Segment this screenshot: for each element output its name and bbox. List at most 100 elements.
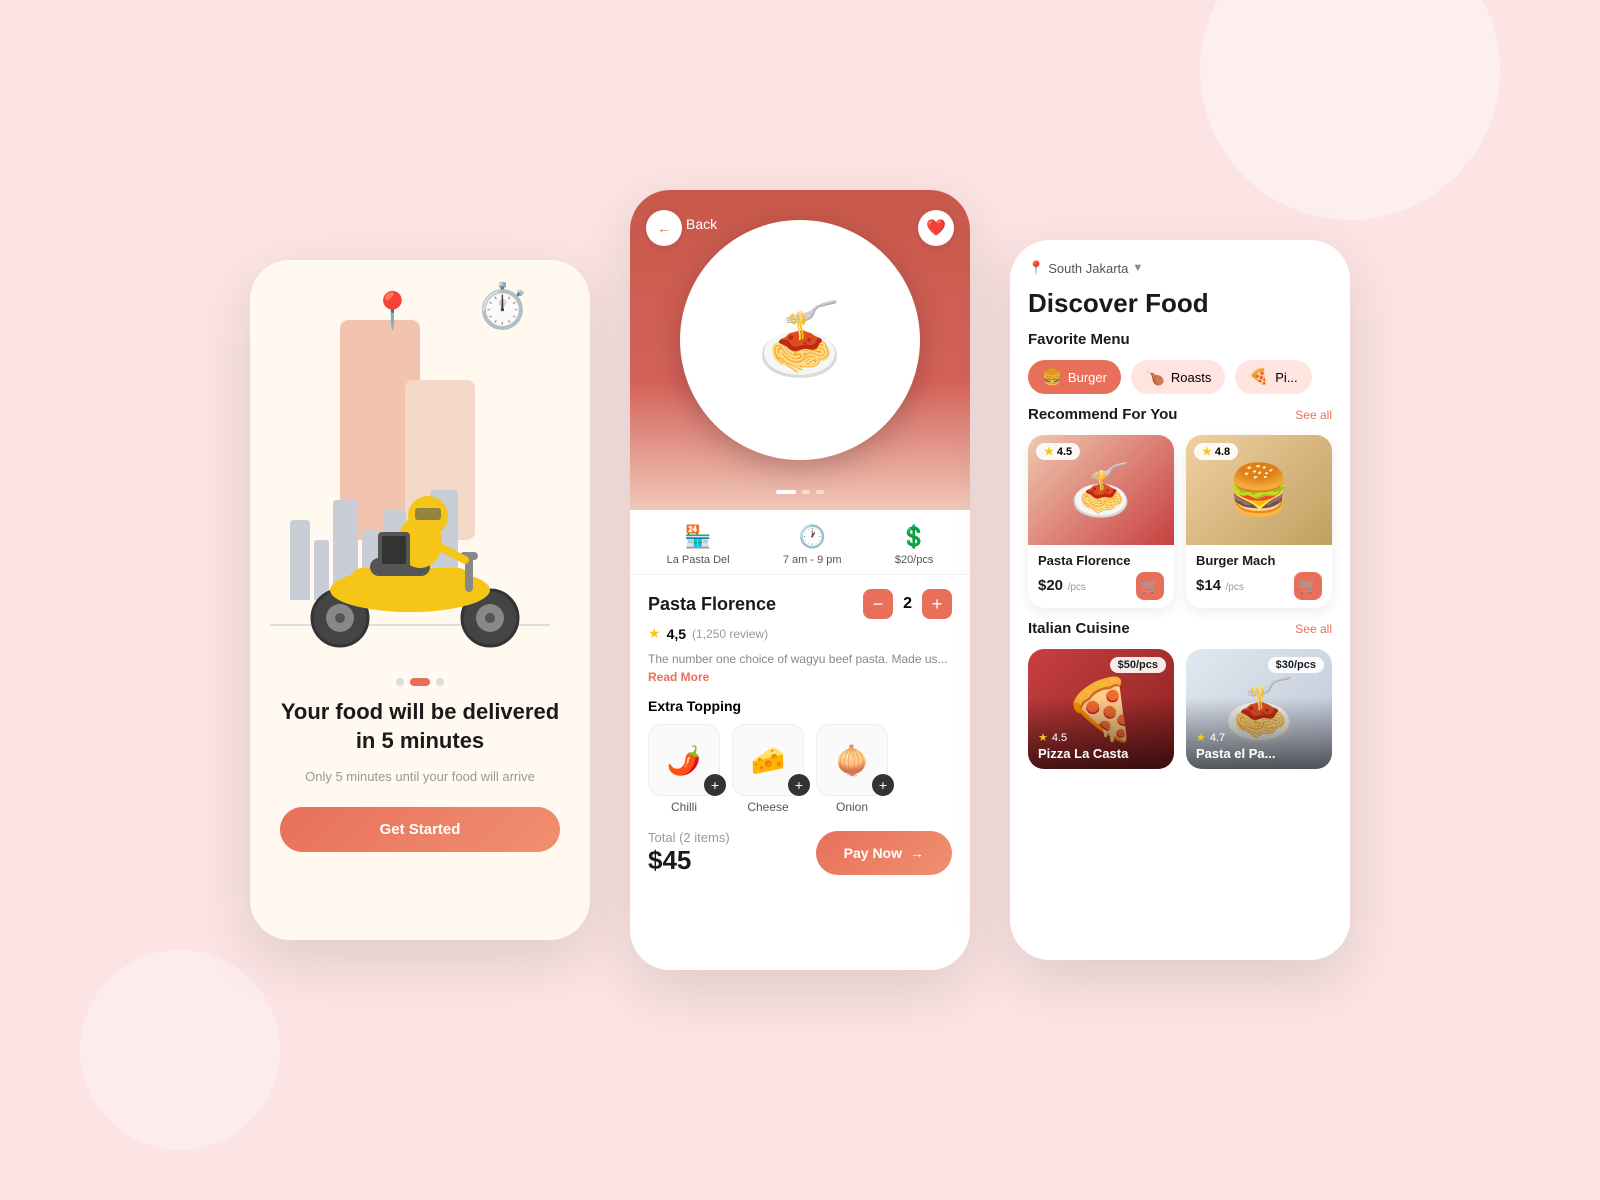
cheese-add-button[interactable]: + <box>788 774 810 796</box>
clock-icon: 🕐 <box>799 524 826 550</box>
total-row: Total (2 items) $45 Pay Now → <box>648 830 952 876</box>
italian-card-pizza[interactable]: 🍕 $50/pcs ★ 4.5 Pizza La Casta <box>1028 649 1174 769</box>
burger-label: Burger <box>1068 370 1107 385</box>
pasta-card-body: Pasta Florence $20 /pcs 🛒 <box>1028 545 1174 608</box>
burger-star-icon: ★ <box>1202 445 1212 458</box>
star-icon: ★ <box>648 625 661 642</box>
pizza-rating: ★ 4.5 <box>1038 731 1128 744</box>
pay-now-label: Pay Now <box>844 845 902 861</box>
hours-label: 7 am - 9 pm <box>783 554 842 566</box>
chilli-add-button[interactable]: + <box>704 774 726 796</box>
location-icon: 📍 <box>1028 260 1044 276</box>
italian-cards-list: 🍕 $50/pcs ★ 4.5 Pizza La Casta 🍝 $30/pcs… <box>1028 649 1332 769</box>
store-info-bar: 🏪 La Pasta Del 🕐 7 am - 9 pm 💲 $20/pcs <box>630 510 970 575</box>
category-pizza[interactable]: 🍕 Pi... <box>1235 360 1311 394</box>
pasta-add-cart-button[interactable]: 🛒 <box>1136 572 1164 600</box>
italian-card-pasta[interactable]: 🍝 $30/pcs ★ 4.7 Pasta el Pa... <box>1186 649 1332 769</box>
get-started-button[interactable]: Get Started <box>280 807 560 852</box>
extra-topping-title: Extra Topping <box>648 698 952 714</box>
description-text: The number one choice of wagyu beef past… <box>648 652 948 666</box>
category-roasts[interactable]: 🍗 Roasts <box>1131 360 1225 394</box>
chevron-down-icon: ▼ <box>1132 262 1143 274</box>
pasta-price-unit: /pcs <box>1067 582 1085 593</box>
hero-dot-3 <box>816 490 824 494</box>
pizza-icon: 🍕 <box>1249 367 1269 387</box>
hero-page-dots <box>776 490 824 494</box>
onion-add-button[interactable]: + <box>872 774 894 796</box>
pizza-label: Pi... <box>1275 370 1297 385</box>
pizza-star-icon: ★ <box>1038 731 1048 744</box>
store-info-item: 🏪 La Pasta Del <box>667 524 730 566</box>
burger-add-cart-button[interactable]: 🛒 <box>1294 572 1322 600</box>
stopwatch-icon: ⏱️ <box>475 280 530 332</box>
total-amount: $45 <box>648 845 730 876</box>
pizza-name: Pizza La Casta <box>1038 746 1128 761</box>
pizza-price: $50/pcs <box>1110 657 1166 673</box>
onion-label: Onion <box>836 800 868 814</box>
burger-price-unit: /pcs <box>1225 582 1243 593</box>
price-info-item: 💲 $20/pcs <box>895 524 934 566</box>
rating-row: ★ 4,5 (1,250 review) <box>648 625 952 642</box>
illustration-area: 📍 ⏱️ <box>250 260 590 660</box>
burger-card-image: 🍔 ★ 4.8 <box>1186 435 1332 545</box>
review-count: (1,250 review) <box>692 627 768 641</box>
price-label: $20/pcs <box>895 554 934 566</box>
pasta-emoji-icon: 🍝 <box>756 299 843 381</box>
pasta2-name: Pasta el Pa... <box>1196 746 1276 761</box>
quantity-decrease-button[interactable]: − <box>863 589 893 619</box>
back-button[interactable]: ← <box>646 210 682 246</box>
pasta2-star-icon: ★ <box>1196 731 1206 744</box>
pizza-rating-val: 4.5 <box>1052 732 1067 744</box>
chilli-label: Chilli <box>671 800 697 814</box>
onboarding-subtitle: Only 5 minutes until your food will arri… <box>305 767 535 787</box>
quantity-value: 2 <box>903 595 912 613</box>
toppings-list: 🌶️ Chilli + 🧀 Cheese + 🧅 Onion + <box>648 724 952 814</box>
italian-section-header: Italian Cuisine See all <box>1028 620 1332 637</box>
recommend-title: Recommend For You <box>1028 406 1177 423</box>
pasta2-rating-val: 4.7 <box>1210 732 1225 744</box>
pasta-rating-badge: ★ 4.5 <box>1036 443 1080 460</box>
pasta2-info: ★ 4.7 Pasta el Pa... <box>1186 723 1286 769</box>
pasta-card-name: Pasta Florence <box>1038 553 1164 568</box>
food-card-burger[interactable]: 🍔 ★ 4.8 Burger Mach $14 /pcs 🛒 <box>1186 435 1332 608</box>
rating-value: 4,5 <box>667 626 686 642</box>
location-name: South Jakarta <box>1048 261 1128 276</box>
pasta-rating-val: 4.5 <box>1057 446 1072 458</box>
roasts-label: Roasts <box>1171 370 1211 385</box>
phone-product-detail: 🍝 ← Back ❤️ 🏪 La Pasta Del 🕐 7 am - 9 pm… <box>630 190 970 970</box>
dot-3 <box>436 678 444 686</box>
burger-rating-val: 4.8 <box>1215 446 1230 458</box>
cheese-emoji-icon: 🧀 <box>751 744 786 777</box>
pasta2-price: $30/pcs <box>1268 657 1324 673</box>
pasta2-rating: ★ 4.7 <box>1196 731 1276 744</box>
burger-price: $14 /pcs <box>1196 577 1244 595</box>
quantity-increase-button[interactable]: + <box>922 589 952 619</box>
total-info: Total (2 items) $45 <box>648 830 730 876</box>
dot-1 <box>396 678 404 686</box>
onboarding-title: Your food will be delivered in 5 minutes <box>280 698 560 755</box>
read-more-button[interactable]: Read More <box>648 670 709 684</box>
total-label: Total (2 items) <box>648 830 730 845</box>
product-body: Pasta Florence − 2 + ★ 4,5 (1,250 review… <box>630 575 970 970</box>
pasta-price-row: $20 /pcs 🛒 <box>1038 572 1164 600</box>
burger-price-value: $14 <box>1196 577 1221 594</box>
see-all-italian-button[interactable]: See all <box>1295 622 1332 636</box>
chilli-emoji-icon: 🌶️ <box>667 744 702 777</box>
pizza-info: ★ 4.5 Pizza La Casta <box>1028 723 1138 769</box>
hours-info-item: 🕐 7 am - 9 pm <box>783 524 842 566</box>
burger-icon: 🍔 <box>1042 367 1062 387</box>
food-card-pasta[interactable]: 🍝 ★ 4.5 Pasta Florence $20 /pcs 🛒 <box>1028 435 1174 608</box>
pay-now-button[interactable]: Pay Now → <box>816 831 952 875</box>
topping-cheese: 🧀 Cheese + <box>732 724 804 814</box>
category-burger[interactable]: 🍔 Burger <box>1028 360 1121 394</box>
pasta-card-image: 🍝 ★ 4.5 <box>1028 435 1174 545</box>
favorite-button[interactable]: ❤️ <box>918 210 954 246</box>
product-name: Pasta Florence <box>648 594 776 615</box>
dot-2 <box>410 678 430 686</box>
scooter-illustration <box>270 470 550 650</box>
cheese-label: Cheese <box>747 800 788 814</box>
category-pills: 🍔 Burger 🍗 Roasts 🍕 Pi... <box>1028 360 1332 394</box>
see-all-recommend-button[interactable]: See all <box>1295 408 1332 422</box>
product-image: 🍝 <box>680 220 920 460</box>
burger-price-row: $14 /pcs 🛒 <box>1196 572 1322 600</box>
